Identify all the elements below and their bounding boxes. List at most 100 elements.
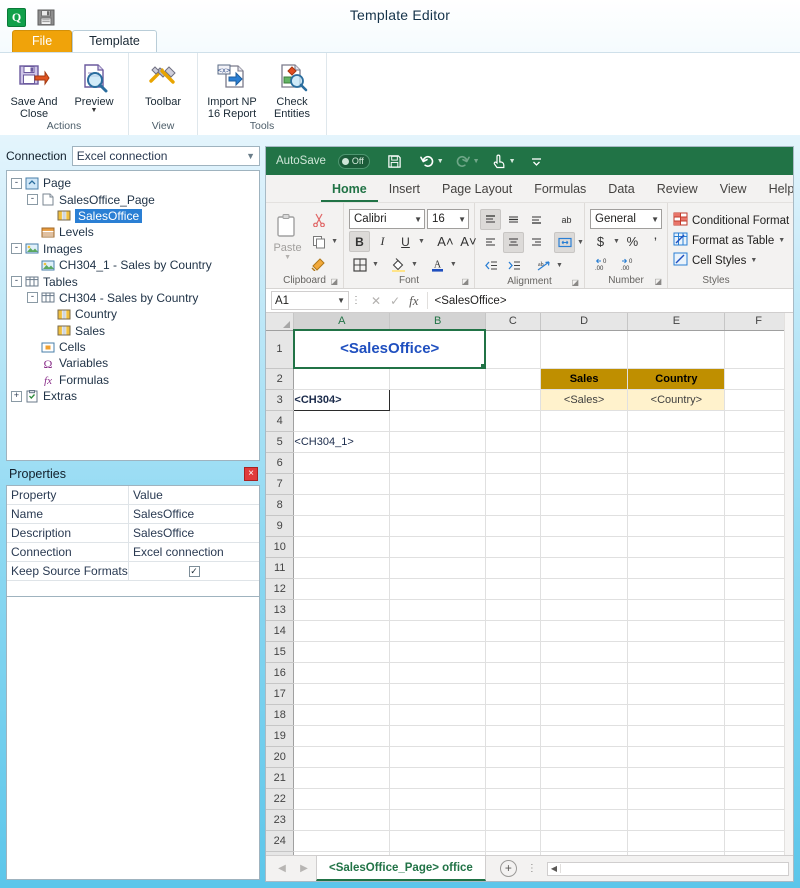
tree-item-ch304-1-sales-by-country[interactable]: CH304_1 - Sales by Country xyxy=(11,257,257,273)
cell-B2[interactable] xyxy=(390,368,486,389)
cell-D1[interactable] xyxy=(540,330,628,368)
cell-D11[interactable] xyxy=(540,557,628,578)
cell-styles-dropdown-caret[interactable]: ▼ xyxy=(750,257,757,264)
cell-C15[interactable] xyxy=(485,641,540,662)
cell-B17[interactable] xyxy=(390,683,486,704)
cell-F24[interactable] xyxy=(725,830,793,851)
cell-F17[interactable] xyxy=(725,683,793,704)
enter-icon[interactable]: ✓ xyxy=(390,294,400,308)
cell-C16[interactable] xyxy=(485,662,540,683)
cell-C11[interactable] xyxy=(485,557,540,578)
cell-C8[interactable] xyxy=(485,494,540,515)
undo-icon[interactable] xyxy=(416,150,438,172)
tree-item-sales[interactable]: Sales xyxy=(11,323,257,339)
ribbon-tab-template[interactable]: Template xyxy=(72,30,157,52)
cell-C1[interactable] xyxy=(485,330,540,368)
cell-C17[interactable] xyxy=(485,683,540,704)
row-header-20[interactable]: 20 xyxy=(266,746,294,767)
copy-icon[interactable] xyxy=(308,231,329,252)
cell-A5[interactable]: <CH304_1> xyxy=(294,431,390,452)
cell-D13[interactable] xyxy=(540,599,628,620)
customize-qat-icon[interactable] xyxy=(526,150,548,172)
cell-E24[interactable] xyxy=(628,830,725,851)
font-dialog-launcher[interactable]: ◪ xyxy=(461,277,469,286)
cell-E3[interactable]: <Country> xyxy=(628,389,725,410)
table-row[interactable]: Name SalesOffice xyxy=(7,505,259,524)
format-painter-icon[interactable] xyxy=(308,253,329,274)
cell-B13[interactable] xyxy=(390,599,486,620)
cell-A3[interactable]: <CH304> xyxy=(294,389,390,410)
cell-E23[interactable] xyxy=(628,809,725,830)
row-header-25[interactable]: 25 xyxy=(266,851,294,855)
preview-dropdown-caret[interactable]: ▼ xyxy=(91,108,98,114)
tree-item-page[interactable]: -Page xyxy=(11,175,257,191)
column-header-F[interactable]: F xyxy=(725,313,793,330)
cell-B22[interactable] xyxy=(390,788,486,809)
expand-icon[interactable]: + xyxy=(11,391,22,402)
cell-A21[interactable] xyxy=(294,767,390,788)
merge-and-center-icon[interactable] xyxy=(554,232,575,253)
decrease-decimal-icon[interactable]: .000 xyxy=(618,254,639,275)
cell-A24[interactable] xyxy=(294,830,390,851)
cell-B21[interactable] xyxy=(390,767,486,788)
cell-E22[interactable] xyxy=(628,788,725,809)
cell-F1[interactable] xyxy=(725,330,793,368)
cell-D23[interactable] xyxy=(540,809,628,830)
cell-A19[interactable] xyxy=(294,725,390,746)
comma-style-button[interactable]: ’ xyxy=(645,231,666,252)
close-icon[interactable]: × xyxy=(244,467,258,481)
cell-A17[interactable] xyxy=(294,683,390,704)
cell-E1[interactable] xyxy=(628,330,725,368)
row-header-24[interactable]: 24 xyxy=(266,830,294,851)
cell-D6[interactable] xyxy=(540,452,628,473)
cut-icon[interactable] xyxy=(308,209,329,230)
cell-E6[interactable] xyxy=(628,452,725,473)
collapse-icon[interactable]: - xyxy=(11,276,22,287)
add-sheet-button[interactable]: + xyxy=(500,860,517,877)
row-header-4[interactable]: 4 xyxy=(266,410,294,431)
cell-E21[interactable] xyxy=(628,767,725,788)
autosave-toggle[interactable]: Off xyxy=(338,154,370,169)
formula-input[interactable]: <SalesOffice> xyxy=(428,295,791,307)
touch-mode-icon[interactable] xyxy=(488,150,510,172)
cell-B14[interactable] xyxy=(390,620,486,641)
scroll-left-icon[interactable]: ◀ xyxy=(548,864,561,873)
cell-D20[interactable] xyxy=(540,746,628,767)
save-and-close-button[interactable]: Save And Close xyxy=(4,57,64,120)
row-header-2[interactable]: 2 xyxy=(266,368,294,389)
tree-item-levels[interactable]: Levels xyxy=(11,224,257,240)
tree-item-variables[interactable]: ΩVariables xyxy=(11,355,257,371)
cell-D16[interactable] xyxy=(540,662,628,683)
collapse-icon[interactable]: - xyxy=(11,178,22,189)
copy-dropdown-caret[interactable]: ▼ xyxy=(331,238,338,245)
cell-C20[interactable] xyxy=(485,746,540,767)
bold-button[interactable]: B xyxy=(349,231,370,252)
cell-D9[interactable] xyxy=(540,515,628,536)
cell-C14[interactable] xyxy=(485,620,540,641)
cell-F5[interactable] xyxy=(725,431,793,452)
cell-C4[interactable] xyxy=(485,410,540,431)
cell-E20[interactable] xyxy=(628,746,725,767)
cell-D17[interactable] xyxy=(540,683,628,704)
currency-dropdown-caret[interactable]: ▼ xyxy=(613,238,620,245)
tree-item-tables[interactable]: -Tables xyxy=(11,273,257,289)
row-header-10[interactable]: 10 xyxy=(266,536,294,557)
tree-item-extras[interactable]: +Extras xyxy=(11,388,257,404)
row-header-6[interactable]: 6 xyxy=(266,452,294,473)
collapse-icon[interactable]: - xyxy=(27,194,38,205)
row-header-3[interactable]: 3 xyxy=(266,389,294,410)
cell-D18[interactable] xyxy=(540,704,628,725)
cell-C22[interactable] xyxy=(485,788,540,809)
cell-C24[interactable] xyxy=(485,830,540,851)
cell-E5[interactable] xyxy=(628,431,725,452)
increase-indent-button[interactable] xyxy=(503,255,524,276)
name-box[interactable]: A1 ▼ xyxy=(271,291,349,310)
cell-F7[interactable] xyxy=(725,473,793,494)
cell-A6[interactable] xyxy=(294,452,390,473)
paste-button[interactable]: Paste ▼ xyxy=(271,206,304,261)
align-center-button[interactable] xyxy=(503,232,524,253)
cell-F12[interactable] xyxy=(725,578,793,599)
cell-E9[interactable] xyxy=(628,515,725,536)
font-color-dropdown-caret[interactable]: ▼ xyxy=(450,261,457,268)
name-box-more-icon[interactable]: ⋮ xyxy=(349,295,363,306)
